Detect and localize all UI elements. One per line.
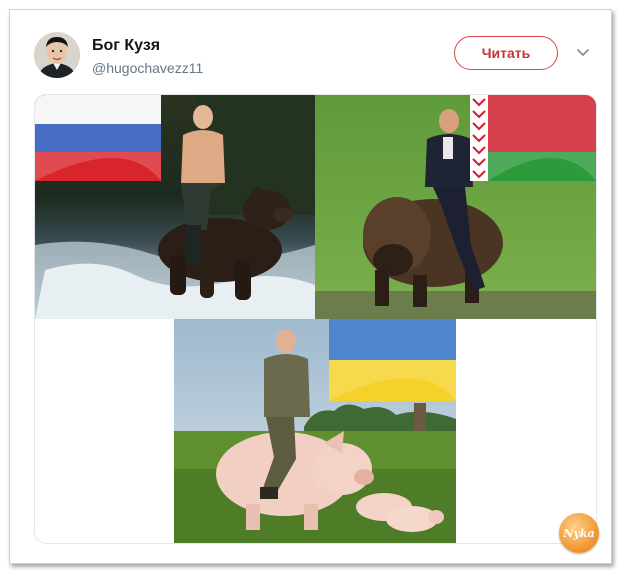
photo-pig-rider[interactable]	[174, 319, 456, 543]
tweet-media[interactable]	[34, 94, 597, 544]
ukraine-flag	[329, 319, 456, 401]
photo-bison-rider[interactable]	[315, 95, 596, 319]
display-name[interactable]: Бог Кузя	[92, 37, 160, 55]
tweet-card: Бог Кузя @hugochavezz11 Читать Nyka	[9, 9, 612, 564]
follow-button[interactable]: Читать	[454, 36, 558, 70]
russia-flag	[35, 95, 161, 181]
user-handle[interactable]: @hugochavezz11	[92, 60, 203, 76]
tweet-header: Бог Кузя @hugochavezz11 Читать	[10, 10, 611, 90]
chevron-down-icon[interactable]	[576, 46, 590, 60]
watermark-logo: Nyka	[559, 513, 599, 553]
photo-bear-rider[interactable]	[35, 95, 315, 319]
belarus-flag	[470, 95, 596, 181]
avatar-image	[34, 32, 80, 78]
avatar[interactable]	[34, 32, 80, 78]
